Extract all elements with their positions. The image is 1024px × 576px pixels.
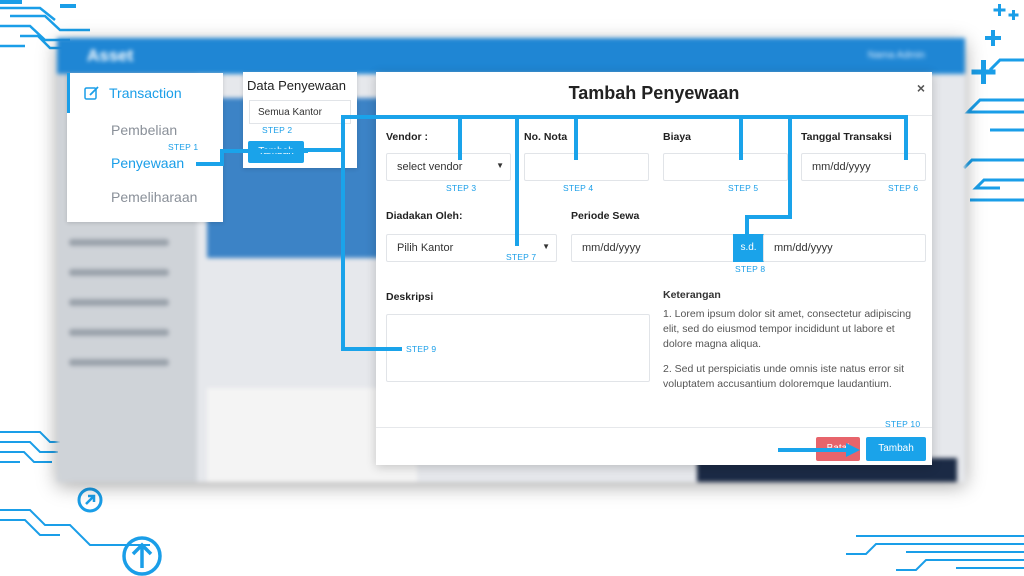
- app-header-bar: Asset Nama Admin: [57, 38, 965, 74]
- periode-sewa-label: Periode Sewa: [571, 210, 640, 222]
- no-nota-input[interactable]: [524, 153, 649, 181]
- vendor-select[interactable]: select vendor ▼: [386, 153, 511, 181]
- keterangan-title: Keterangan: [663, 289, 721, 301]
- menu-item-pemeliharaan[interactable]: Pemeliharaan: [111, 189, 197, 205]
- app-logo: Asset: [87, 46, 134, 65]
- step-label: STEP 9: [406, 344, 437, 354]
- step-label: STEP 8: [735, 264, 766, 274]
- periode-start-input[interactable]: mm/dd/yyyy: [571, 234, 734, 262]
- step-label: STEP 4: [563, 183, 594, 193]
- kantor-select-value: Pilih Kantor: [397, 242, 454, 254]
- biaya-input[interactable]: [663, 153, 788, 181]
- vendor-label: Vendor :: [386, 131, 429, 143]
- close-icon[interactable]: ×: [917, 80, 925, 96]
- step-label: STEP 6: [888, 183, 919, 193]
- periode-end-input[interactable]: mm/dd/yyyy: [763, 234, 926, 262]
- menu-active-indicator: [67, 73, 70, 113]
- diadakan-oleh-label: Diadakan Oleh:: [386, 210, 463, 222]
- chevron-down-icon: ▼: [496, 161, 504, 170]
- office-filter-select[interactable]: Semua Kantor: [249, 100, 351, 124]
- modal-title: Tambah Penyewaan: [568, 83, 740, 103]
- circuit-decoration-bottom-right: [846, 535, 1024, 571]
- edit-icon: [84, 86, 99, 100]
- transaction-menu: Transaction Pembelian Penyewaan Pemeliha…: [67, 73, 223, 222]
- tambah-button[interactable]: Tambah: [866, 437, 926, 461]
- menu-item-penyewaan[interactable]: Penyewaan: [111, 155, 184, 171]
- step-label: STEP 2: [262, 125, 293, 135]
- chevron-down-icon: ▼: [542, 242, 550, 251]
- batal-button[interactable]: Batal: [816, 437, 860, 461]
- data-penyewaan-title: Data Penyewaan: [247, 78, 347, 93]
- step-label: STEP 1: [168, 142, 199, 152]
- circuit-decoration-top-right: [962, 4, 1024, 202]
- vendor-select-value: select vendor: [397, 161, 463, 173]
- deskripsi-label: Deskripsi: [386, 291, 434, 303]
- tambah-penyewaan-modal: Tambah Penyewaan × Vendor : select vendo…: [376, 72, 932, 465]
- menu-item-pembelian[interactable]: Pembelian: [111, 122, 177, 138]
- menu-title-transaction[interactable]: Transaction: [109, 85, 182, 101]
- user-menu[interactable]: Nama Admin: [868, 50, 925, 61]
- periode-separator: s.d.: [733, 234, 764, 262]
- biaya-label: Biaya: [663, 131, 692, 143]
- modal-header: Tambah Penyewaan ×: [376, 72, 932, 116]
- step-label: STEP 7: [506, 252, 537, 262]
- step-label: STEP 5: [728, 183, 759, 193]
- open-tambah-button[interactable]: Tambah: [248, 141, 304, 163]
- tanggal-transaksi-input[interactable]: mm/dd/yyyy: [801, 153, 926, 181]
- no-nota-label: No. Nota: [524, 131, 568, 143]
- keterangan-item: 1. Lorem ipsum dolor sit amet, consectet…: [663, 308, 912, 350]
- keterangan-item: 2. Sed ut perspiciatis unde omnis iste n…: [663, 363, 905, 390]
- step-label: STEP 3: [446, 183, 477, 193]
- tanggal-transaksi-label: Tanggal Transaksi: [801, 131, 892, 143]
- modal-footer-divider: [376, 427, 932, 428]
- step-label: STEP 10: [885, 419, 921, 429]
